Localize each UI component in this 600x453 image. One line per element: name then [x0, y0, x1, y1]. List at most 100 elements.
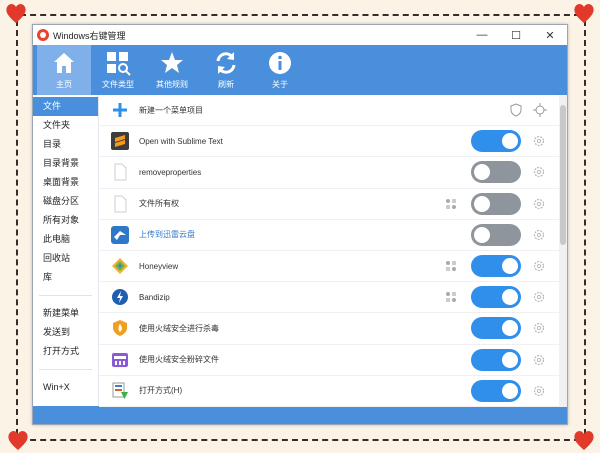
- menu-item-row: removeproperties: [99, 157, 567, 189]
- sidebar-divider: [39, 295, 92, 296]
- toolbar: 主页 文件类型 其他规则 刷新 关于: [33, 45, 567, 95]
- sidebar-divider: [39, 369, 92, 370]
- gear-icon[interactable]: [533, 354, 545, 366]
- star-icon: [161, 52, 183, 73]
- gear-icon[interactable]: [533, 135, 545, 147]
- decor-frame-bottom: [20, 439, 580, 441]
- sidebar-item-open-with[interactable]: 打开方式: [33, 342, 98, 361]
- plus-icon: [111, 101, 129, 119]
- info-icon: [269, 52, 291, 74]
- tool-about-label: 关于: [272, 80, 288, 89]
- sidebar-item-send-to[interactable]: 发送到: [33, 323, 98, 342]
- enable-toggle[interactable]: [471, 161, 521, 184]
- status-bar: [33, 406, 567, 424]
- menu-item-label: Open with Sublime Text: [139, 136, 223, 146]
- sidebar-item-recycle-bin[interactable]: 回收站: [33, 249, 98, 268]
- new-item-row[interactable]: 新建一个菜单项目: [99, 95, 567, 127]
- close-button[interactable]: ✕: [533, 25, 567, 45]
- home-icon: [54, 53, 74, 73]
- heart-icon: [572, 429, 596, 451]
- maximize-button[interactable]: ☐: [499, 25, 533, 45]
- shapes-icon: [446, 198, 456, 209]
- sidebar-item-file[interactable]: 文件: [33, 97, 98, 116]
- decor-frame-right: [584, 20, 586, 435]
- window-title: Windows右键管理: [53, 30, 126, 41]
- locate-icon[interactable]: [533, 103, 547, 118]
- shield-icon[interactable]: [509, 103, 523, 117]
- menu-item-row: 文件所有权: [99, 189, 567, 220]
- menu-item-row: Bandizip: [99, 282, 567, 314]
- gear-icon[interactable]: [533, 229, 545, 241]
- sidebar-item-disk-partition[interactable]: 磁盘分区: [33, 192, 98, 211]
- menu-item-row: Honeyview: [99, 251, 567, 283]
- tool-file-types-label: 文件类型: [102, 80, 134, 89]
- heart-icon: [4, 2, 28, 24]
- app-window: Windows右键管理 — ☐ ✕ 主页 文件类型 其他规则 刷新 关于 文件: [32, 24, 568, 425]
- vertical-scrollbar[interactable]: [559, 95, 567, 406]
- gear-icon[interactable]: [533, 385, 545, 397]
- sidebar-item-win-x[interactable]: Win+X: [33, 378, 98, 397]
- tool-file-types[interactable]: 文件类型: [91, 45, 145, 95]
- sidebar-item-desktop-background[interactable]: 桌面背景: [33, 173, 98, 192]
- sidebar-item-this-pc[interactable]: 此电脑: [33, 230, 98, 249]
- tool-other-rules-label: 其他规则: [156, 80, 188, 89]
- content-area: 文件 文件夹 目录 目录背景 桌面背景 磁盘分区 所有对象 此电脑 回收站 库 …: [33, 95, 567, 407]
- minimize-button[interactable]: —: [465, 25, 499, 45]
- enable-toggle[interactable]: [471, 286, 521, 309]
- menu-item-label: Bandizip: [139, 292, 170, 302]
- enable-toggle[interactable]: [471, 255, 521, 278]
- gear-icon[interactable]: [533, 322, 545, 334]
- decor-frame-top: [20, 14, 580, 16]
- menu-item-label: 上传到迅雷云盘: [139, 230, 195, 240]
- tool-home-label: 主页: [56, 80, 72, 89]
- menu-item-row: 打开方式(H): [99, 376, 567, 407]
- app-logo-icon: [37, 29, 49, 41]
- huorong-shield-icon: [111, 319, 129, 337]
- menu-item-row: 使用火绒安全粉碎文件: [99, 345, 567, 376]
- enable-toggle[interactable]: [471, 130, 521, 153]
- blank-file-icon: [111, 195, 129, 213]
- sidebar: 文件 文件夹 目录 目录背景 桌面背景 磁盘分区 所有对象 此电脑 回收站 库 …: [33, 95, 99, 406]
- shapes-icon: [446, 292, 456, 303]
- menu-item-label: Honeyview: [139, 261, 179, 271]
- bandizip-icon: [111, 288, 129, 306]
- enable-toggle[interactable]: [471, 317, 521, 340]
- gear-icon[interactable]: [533, 198, 545, 210]
- menu-item-row: 使用火绒安全进行杀毒: [99, 313, 567, 345]
- open-with-icon: [111, 382, 129, 400]
- enable-toggle[interactable]: [471, 223, 521, 246]
- tool-other-rules[interactable]: 其他规则: [145, 45, 199, 95]
- sidebar-item-new-menu[interactable]: 新建菜单: [33, 304, 98, 323]
- tool-about[interactable]: 关于: [253, 45, 307, 95]
- sidebar-item-library[interactable]: 库: [33, 268, 98, 287]
- tool-home[interactable]: 主页: [37, 45, 91, 95]
- heart-icon: [572, 2, 596, 24]
- menu-item-row: 上传到迅雷云盘: [99, 220, 567, 251]
- enable-toggle[interactable]: [471, 192, 521, 215]
- new-item-label: 新建一个菜单项目: [139, 105, 203, 115]
- menu-item-label: 使用火绒安全进行杀毒: [139, 323, 219, 333]
- menu-item-list: 新建一个菜单项目 Open with Sublime Text removepr…: [99, 95, 567, 407]
- sidebar-item-all-objects[interactable]: 所有对象: [33, 211, 98, 230]
- gear-icon[interactable]: [533, 291, 545, 303]
- decor-frame-left: [16, 20, 18, 435]
- gear-icon[interactable]: [533, 166, 545, 178]
- scroll-thumb[interactable]: [560, 105, 566, 245]
- sidebar-item-directory-background[interactable]: 目录背景: [33, 154, 98, 173]
- sidebar-item-directory[interactable]: 目录: [33, 135, 98, 154]
- menu-item-label: 使用火绒安全粉碎文件: [139, 355, 219, 365]
- shapes-icon: [446, 261, 456, 272]
- enable-toggle[interactable]: [471, 348, 521, 371]
- heart-icon: [6, 429, 30, 451]
- menu-item-row: Open with Sublime Text: [99, 126, 567, 158]
- thunder-cloud-icon: [111, 225, 129, 244]
- enable-toggle[interactable]: [471, 379, 521, 402]
- file-types-icon: [107, 52, 131, 76]
- menu-item-label: removeproperties: [139, 167, 202, 177]
- tool-refresh[interactable]: 刷新: [199, 45, 253, 95]
- gear-icon[interactable]: [533, 260, 545, 272]
- blank-file-icon: [111, 163, 129, 181]
- tool-refresh-label: 刷新: [218, 80, 234, 89]
- sidebar-item-folder[interactable]: 文件夹: [33, 116, 98, 135]
- refresh-icon: [216, 52, 236, 74]
